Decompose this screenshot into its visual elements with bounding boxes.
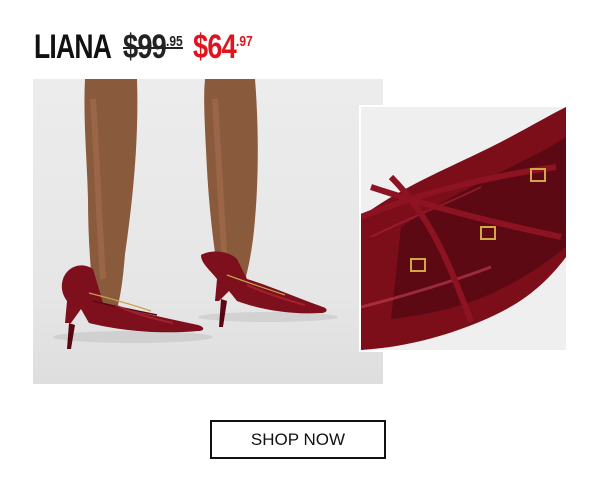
sale-price-cents: .97 (236, 33, 254, 50)
model-shoes-illustration (53, 79, 338, 349)
sale-price-dollars: $64 (193, 28, 237, 66)
sale-price: $64.97 (193, 28, 253, 67)
product-name: LIANA (34, 28, 112, 66)
shoe-detail-illustration (361, 107, 566, 350)
product-image-detail[interactable] (361, 107, 566, 350)
original-price-dollars: $99 (122, 28, 167, 66)
shop-now-button[interactable]: SHOP NOW (210, 420, 386, 459)
original-price: $99.95 (122, 28, 183, 67)
product-header: LIANA $99.95 $64.97 (34, 28, 268, 68)
original-price-cents: .95 (165, 33, 183, 50)
product-image-main[interactable] (33, 79, 383, 384)
